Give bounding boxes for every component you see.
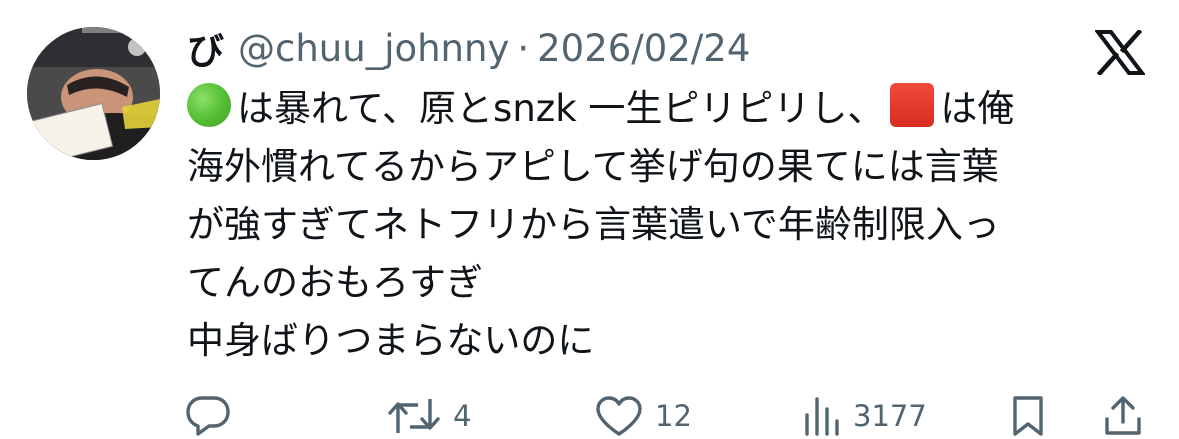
- x-logo-icon: [1095, 30, 1145, 75]
- separator-dot: ·: [517, 26, 530, 70]
- action-bar: 4 12 3177: [185, 393, 1145, 439]
- share-icon: [1105, 396, 1141, 435]
- reply-button[interactable]: [185, 393, 231, 439]
- views-count: 3177: [853, 399, 927, 433]
- post-date[interactable]: 2026/02/24: [537, 27, 750, 70]
- tweet-line-3: が強すぎてネトフリから言葉遣いで年齢制限入っ: [187, 203, 1000, 246]
- retweet-button[interactable]: 4: [387, 393, 471, 439]
- user-handle[interactable]: @chuu_johnny: [238, 27, 509, 70]
- heart-icon: [596, 396, 642, 436]
- display-name[interactable]: び: [187, 21, 224, 75]
- avatar[interactable]: [27, 27, 160, 160]
- red-square-emoji: [890, 83, 935, 127]
- bookmark-button[interactable]: [1010, 393, 1046, 439]
- tweet-line-1-text-a: は暴れて、原とsnzk 一生ピリピリし、: [237, 87, 885, 130]
- reply-icon: [186, 396, 230, 436]
- tweet-line-1-text-b: は俺: [940, 87, 1015, 130]
- retweet-icon: [388, 399, 440, 433]
- like-count: 12: [655, 399, 692, 433]
- share-button[interactable]: [1103, 393, 1143, 439]
- like-button[interactable]: 12: [595, 393, 692, 439]
- retweet-count: 4: [453, 399, 472, 433]
- tweet-line-4: てんのおもろすぎ: [187, 261, 483, 304]
- tweet-header: び @chuu_johnny · 2026/02/24: [187, 21, 750, 75]
- tweet-text: は暴れて、原とsnzk 一生ピリピリし、 は俺 海外慣れてるからアピして挙げ句の果…: [187, 80, 1147, 370]
- bookmark-icon: [1013, 396, 1043, 436]
- views-button[interactable]: 3177: [803, 393, 927, 439]
- views-icon: [805, 397, 839, 436]
- tweet-line-2: 海外慣れてるからアピして挙げ句の果てには言葉: [187, 145, 999, 188]
- tweet-line-1: は暴れて、原とsnzk 一生ピリピリし、 は俺: [187, 80, 1147, 138]
- tweet-card: び @chuu_johnny · 2026/02/24 は暴れて、原とsnzk …: [0, 0, 1179, 439]
- green-circle-emoji: [187, 83, 231, 127]
- tweet-line-5: 中身ばりつまらないのに: [187, 319, 595, 362]
- avatar-image: [27, 27, 160, 160]
